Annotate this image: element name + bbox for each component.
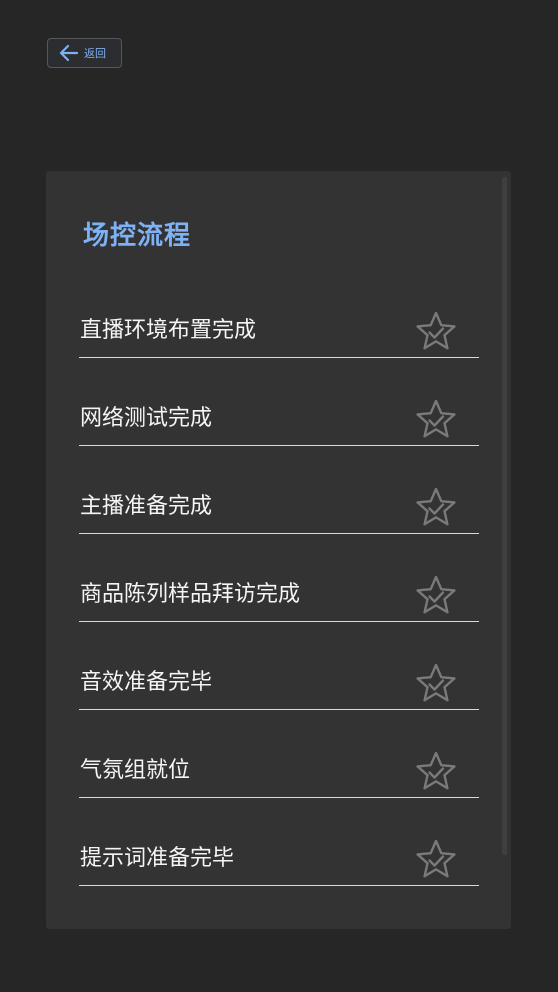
arrow-left-icon <box>59 44 79 62</box>
star-check-icon[interactable] <box>414 574 458 618</box>
star-check-icon[interactable] <box>414 398 458 442</box>
divider <box>79 621 479 622</box>
divider <box>79 357 479 358</box>
process-panel: 场控流程 直播环境布置完成 网络测试完成 主播准备完成 商品陈列样品拜访完成 音… <box>46 171 511 929</box>
scrollbar[interactable] <box>502 177 507 855</box>
checklist-item-label: 商品陈列样品拜访完成 <box>80 582 301 607</box>
divider <box>79 709 479 710</box>
checklist-item[interactable]: 主播准备完成 <box>79 462 479 550</box>
back-label: 返回 <box>84 47 106 60</box>
checklist: 直播环境布置完成 网络测试完成 主播准备完成 商品陈列样品拜访完成 音效准备完毕… <box>79 286 479 902</box>
checklist-item[interactable]: 商品陈列样品拜访完成 <box>79 550 479 638</box>
checklist-item-label: 提示词准备完毕 <box>80 846 235 871</box>
checklist-item-label: 直播环境布置完成 <box>80 318 257 343</box>
checklist-item-label: 气氛组就位 <box>80 758 191 783</box>
divider <box>79 445 479 446</box>
star-check-icon[interactable] <box>414 838 458 882</box>
checklist-item[interactable]: 直播环境布置完成 <box>79 286 479 374</box>
star-check-icon[interactable] <box>414 486 458 530</box>
divider <box>79 797 479 798</box>
divider <box>79 533 479 534</box>
back-button[interactable]: 返回 <box>47 38 122 68</box>
checklist-item-label: 主播准备完成 <box>80 494 213 519</box>
panel-title: 场控流程 <box>83 221 192 251</box>
checklist-item[interactable]: 音效准备完毕 <box>79 638 479 726</box>
checklist-item[interactable]: 提示词准备完毕 <box>79 814 479 902</box>
checklist-item[interactable]: 气氛组就位 <box>79 726 479 814</box>
star-check-icon[interactable] <box>414 750 458 794</box>
checklist-item[interactable]: 网络测试完成 <box>79 374 479 462</box>
checklist-item-label: 网络测试完成 <box>80 406 213 431</box>
star-check-icon[interactable] <box>414 310 458 354</box>
divider <box>79 885 479 886</box>
star-check-icon[interactable] <box>414 662 458 706</box>
checklist-item-label: 音效准备完毕 <box>80 670 213 695</box>
